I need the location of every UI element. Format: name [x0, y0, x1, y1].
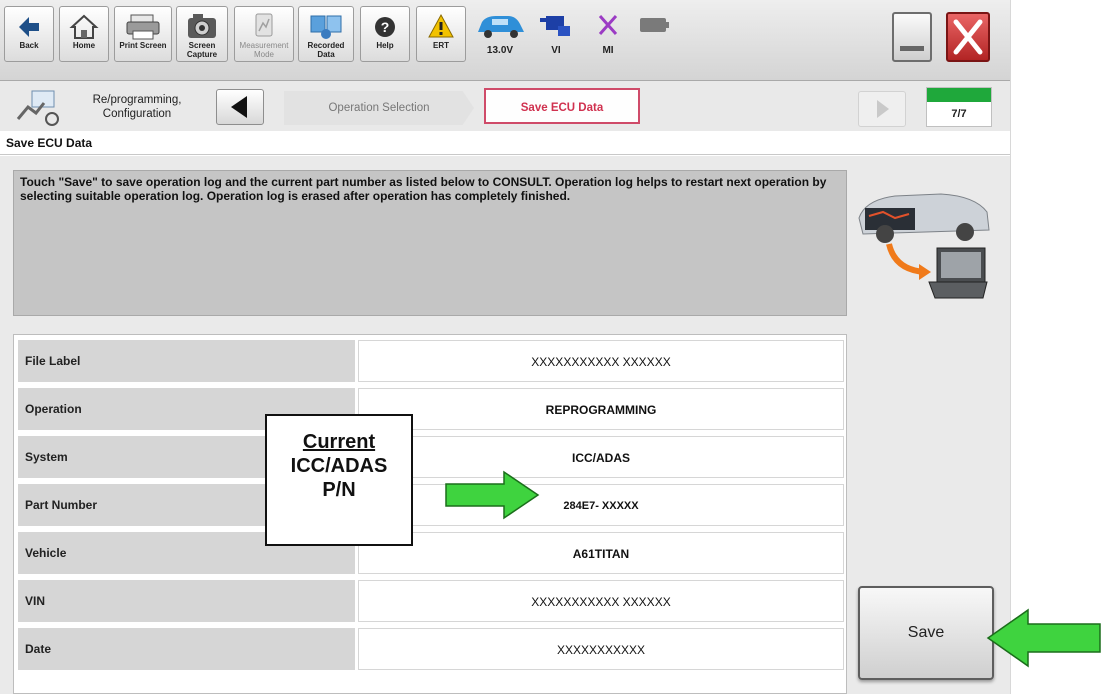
- navigation-row: Re/programming, Configuration Operation …: [0, 81, 1010, 132]
- close-icon: [953, 19, 983, 55]
- breadcrumb-save-ecu-data: Save ECU Data: [484, 88, 640, 124]
- vi-connection-icon: [540, 16, 570, 36]
- row-value: ICC/ADAS: [358, 436, 844, 478]
- measurement-icon: [235, 7, 293, 41]
- page-title: Save ECU Data: [0, 131, 1010, 155]
- ert-label: ERT: [433, 41, 449, 50]
- table-row-operation: Operation REPROGRAMMING: [18, 388, 844, 430]
- measurement-mode-label: Measurement Mode: [239, 41, 289, 59]
- callout-line-1: Current: [302, 431, 376, 453]
- svg-text:?: ?: [381, 19, 390, 35]
- app-window: Back Home Print Screen Screen Capture Me…: [0, 0, 1011, 694]
- progress-bar-fill: [927, 88, 991, 102]
- row-value: XXXXXXXXXXX XXXXXX: [358, 580, 844, 622]
- print-screen-button[interactable]: Print Screen: [114, 6, 172, 62]
- callout-line-2: ICC/ADAS: [290, 455, 388, 477]
- vi-text: VI: [551, 45, 561, 56]
- screen-capture-button[interactable]: Screen Capture: [176, 6, 228, 62]
- back-arrow-icon: [5, 7, 53, 41]
- row-value: 284E7- XXXXX: [358, 484, 844, 526]
- car-icon: [478, 16, 524, 38]
- back-button[interactable]: Back: [4, 6, 54, 62]
- car-to-laptop-icon: [858, 193, 990, 299]
- row-value: REPROGRAMMING: [358, 388, 844, 430]
- home-button[interactable]: Home: [59, 6, 109, 62]
- warning-icon: [417, 7, 465, 41]
- instruction-message: Touch "Save" to save operation log and t…: [13, 170, 847, 316]
- measurement-mode-button[interactable]: Measurement Mode: [234, 6, 294, 62]
- table-row-file-label: File Label XXXXXXXXXXX XXXXXX: [18, 340, 844, 382]
- row-value: XXXXXXXXXXX: [358, 628, 844, 670]
- ecu-data-table: File Label XXXXXXXXXXX XXXXXX Operation …: [13, 334, 847, 694]
- section-label: Re/programming, Configuration: [92, 94, 182, 120]
- camera-icon: [177, 7, 227, 41]
- mi-text: MI: [602, 45, 614, 56]
- save-button[interactable]: Save: [858, 586, 994, 680]
- mi-disconnected-icon: [598, 15, 618, 35]
- battery-status: [634, 6, 674, 45]
- help-icon: ?: [361, 7, 409, 41]
- row-label: Date: [18, 628, 355, 670]
- progress-text: 7/7: [951, 108, 967, 120]
- row-label: File Label: [18, 340, 355, 382]
- battery-voltage-status: 13.0V: [470, 6, 530, 56]
- callout-line-3: P/N: [322, 479, 356, 501]
- arrow-left-icon: [986, 608, 1101, 668]
- left-triangle-icon: [231, 96, 247, 118]
- mi-status: MI: [584, 6, 632, 56]
- arrow-right-icon: [445, 470, 540, 520]
- minimize-button[interactable]: [892, 12, 932, 62]
- table-row-vehicle: Vehicle A61TITAN: [18, 532, 844, 574]
- home-label: Home: [72, 41, 96, 50]
- row-value: XXXXXXXXXXX XXXXXX: [358, 340, 844, 382]
- vi-status: VI: [532, 6, 580, 56]
- step-progress: 7/7: [926, 87, 992, 127]
- close-button[interactable]: [946, 12, 990, 62]
- screen-capture-label: Screen Capture: [186, 41, 218, 59]
- recorded-data-icon: [299, 7, 353, 41]
- row-value: A61TITAN: [358, 532, 844, 574]
- breadcrumb-operation-selection[interactable]: Operation Selection: [284, 91, 474, 125]
- previous-step-button[interactable]: [216, 89, 264, 125]
- minimize-icon: [900, 46, 924, 51]
- row-label: VIN: [18, 580, 355, 622]
- right-triangle-icon: [877, 100, 889, 118]
- table-row-date: Date XXXXXXXXXXX: [18, 628, 844, 670]
- recorded-data-button[interactable]: Recorded Data: [298, 6, 354, 62]
- help-label: Help: [376, 41, 394, 50]
- voltage-text: 13.0V: [486, 45, 514, 56]
- callout-current-pn: Current ICC/ADAS P/N: [265, 414, 413, 546]
- back-label: Back: [19, 41, 39, 50]
- ert-button[interactable]: ERT: [416, 6, 466, 62]
- next-step-button[interactable]: [858, 91, 906, 127]
- toolbar: Back Home Print Screen Screen Capture Me…: [0, 0, 1010, 81]
- reprogramming-icon: [16, 90, 59, 126]
- home-icon: [60, 7, 108, 41]
- print-screen-label: Print Screen: [119, 41, 167, 50]
- printer-icon: [115, 7, 171, 41]
- table-row-vin: VIN XXXXXXXXXXX XXXXXX: [18, 580, 844, 622]
- battery-icon: [640, 18, 669, 32]
- table-row-system: System ICC/ADAS: [18, 436, 844, 478]
- recorded-data-label: Recorded Data: [307, 41, 345, 59]
- help-button[interactable]: ? Help: [360, 6, 410, 62]
- table-row-part-number: Part Number 284E7- XXXXX: [18, 484, 844, 526]
